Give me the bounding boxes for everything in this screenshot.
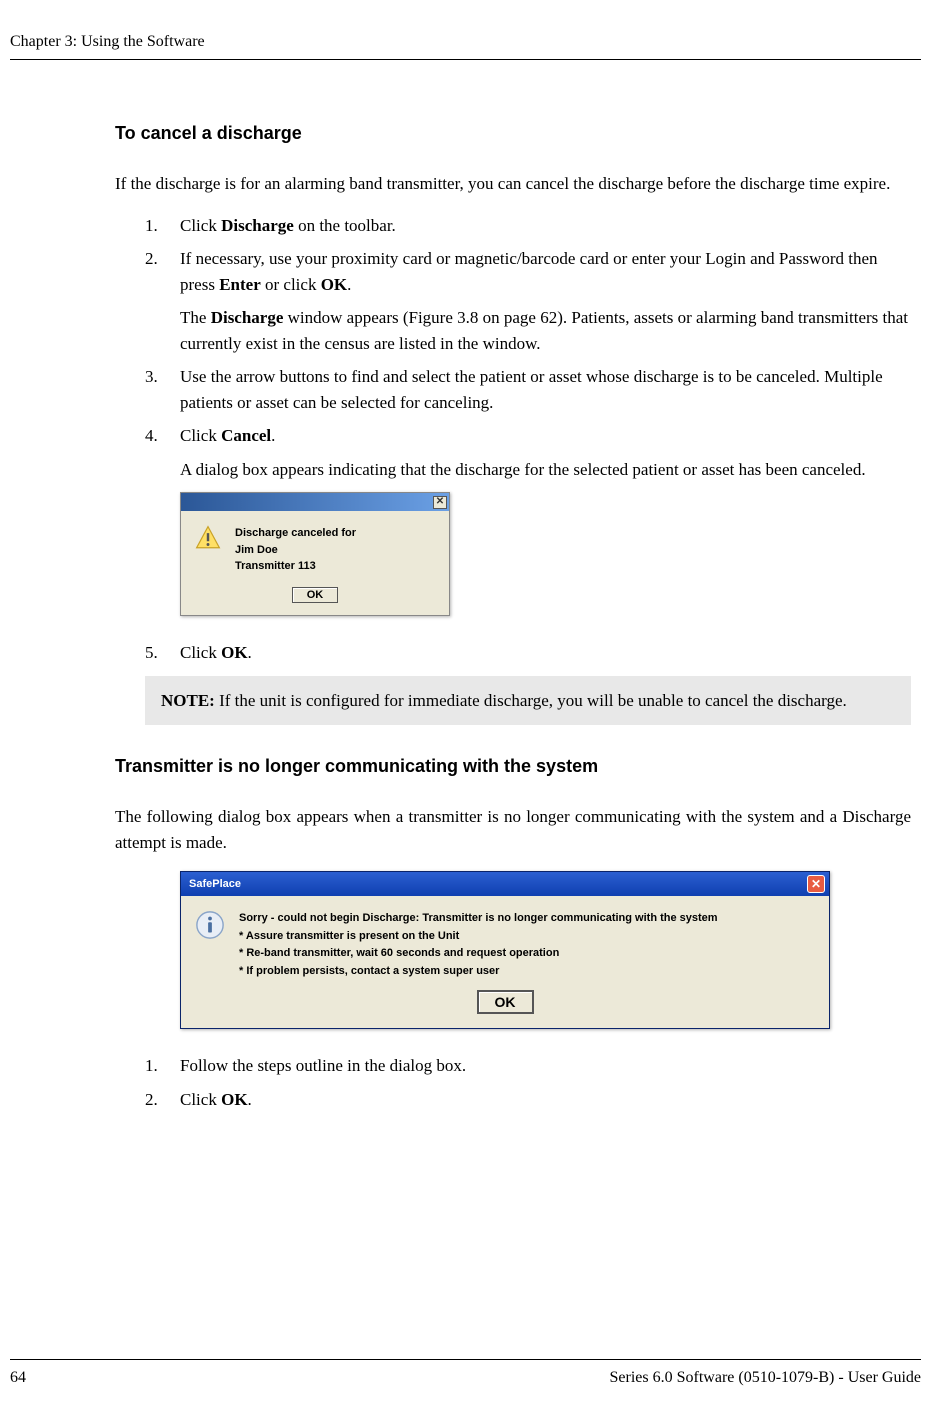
section2-intro: The following dialog box appears when a … <box>115 804 911 855</box>
manual-title: Series 6.0 Software (0510-1079-B) - User… <box>610 1366 921 1390</box>
section1-intro: If the discharge is for an alarming band… <box>115 171 911 197</box>
step-number: 4. <box>145 423 158 449</box>
step-5: 5. Click OK. <box>145 640 911 666</box>
dialog-buttons: OK <box>181 990 829 1028</box>
step-number: 5. <box>145 640 158 666</box>
step-4: 4. Click Cancel. A dialog box appears in… <box>145 423 911 482</box>
step-number: 1. <box>145 1053 158 1079</box>
page-footer: 64 Series 6.0 Software (0510-1079-B) - U… <box>30 1359 921 1390</box>
bold-enter: Enter <box>219 275 261 294</box>
dialog-line2: * Assure transmitter is present on the U… <box>239 928 718 946</box>
step-text: Click <box>180 216 221 235</box>
dialog-titlebar: SafePlace ✕ <box>181 872 829 896</box>
step-1: 1. Click Discharge on the toolbar. <box>145 213 911 239</box>
dialog-message: Discharge canceled for Jim Doe Transmitt… <box>235 525 356 575</box>
steps-list-2: 1. Follow the steps outline in the dialo… <box>145 1053 911 1112</box>
close-icon[interactable]: ✕ <box>807 875 825 893</box>
bold-ok: OK <box>221 643 247 662</box>
dialog-title: SafePlace <box>189 876 241 893</box>
dialog-line3: * Re-band transmitter, wait 60 seconds a… <box>239 945 718 963</box>
dialog-body: Discharge canceled for Jim Doe Transmitt… <box>181 511 449 587</box>
dialog-titlebar: ✕ <box>181 493 449 511</box>
dialog-line4: * If problem persists, contact a system … <box>239 963 718 981</box>
step-text: Use the arrow buttons to find and select… <box>180 367 883 412</box>
info-icon <box>195 910 225 946</box>
ok-button[interactable]: OK <box>477 990 534 1014</box>
chapter-header: Chapter 3: Using the Software <box>10 30 911 54</box>
step-2-sub: The Discharge window appears (Figure 3.8… <box>180 305 911 356</box>
bold-ok: OK <box>221 1090 247 1109</box>
step-number: 3. <box>145 364 158 390</box>
dialog-line1: Sorry - could not begin Discharge: Trans… <box>239 910 718 928</box>
note-label: NOTE: <box>161 691 215 710</box>
step-text-after: . <box>271 426 275 445</box>
step-number: 2. <box>145 1087 158 1113</box>
note-box: NOTE: If the unit is configured for imme… <box>145 676 911 726</box>
safeplace-dialog: SafePlace ✕ Sorry - could not begin Disc… <box>180 871 830 1029</box>
step-text: Follow the steps outline in the dialog b… <box>180 1056 466 1075</box>
step-text: Click <box>180 426 221 445</box>
step-number: 1. <box>145 213 158 239</box>
dialog-line1: Discharge canceled for <box>235 525 356 542</box>
page-number: 64 <box>10 1366 26 1390</box>
step-2: 2. If necessary, use your proximity card… <box>145 246 911 356</box>
bold-cancel: Cancel <box>221 426 271 445</box>
close-icon[interactable]: ✕ <box>433 496 447 509</box>
step-text-after: . <box>248 1090 252 1109</box>
footer-rule <box>10 1359 921 1360</box>
warning-icon <box>195 525 221 575</box>
dialog-line3: Transmitter 113 <box>235 558 356 575</box>
step-4-sub: A dialog box appears indicating that the… <box>180 457 911 483</box>
footer-row: 64 Series 6.0 Software (0510-1079-B) - U… <box>10 1366 921 1390</box>
section-title-cancel-discharge: To cancel a discharge <box>115 120 911 147</box>
header-rule <box>10 59 921 60</box>
bold-discharge: Discharge <box>221 216 294 235</box>
sub-prefix: The <box>180 308 211 327</box>
dialog-body: Sorry - could not begin Discharge: Trans… <box>181 896 829 990</box>
step-text-after: on the toolbar. <box>294 216 396 235</box>
step-text: Click <box>180 643 221 662</box>
step-text: Click <box>180 1090 221 1109</box>
bold-discharge-window: Discharge <box>211 308 284 327</box>
step-number: 2. <box>145 246 158 272</box>
dialog-message: Sorry - could not begin Discharge: Trans… <box>239 910 718 980</box>
bold-ok: OK <box>321 275 347 294</box>
step-3: 3. Use the arrow buttons to find and sel… <box>145 364 911 415</box>
steps-list-1: 1. Click Discharge on the toolbar. 2. If… <box>145 213 911 483</box>
step-text-after: . <box>347 275 351 294</box>
dialog-buttons: OK <box>181 587 449 616</box>
note-text: If the unit is configured for immediate … <box>215 691 847 710</box>
ok-button[interactable]: OK <box>292 587 339 603</box>
steps-list-1b: 5. Click OK. <box>145 640 911 666</box>
step-2: 2. Click OK. <box>145 1087 911 1113</box>
step-1: 1. Follow the steps outline in the dialo… <box>145 1053 911 1079</box>
discharge-canceled-dialog: ✕ Discharge canceled for Jim Doe Transmi… <box>180 492 450 616</box>
page-content: To cancel a discharge If the discharge i… <box>115 120 911 1112</box>
step-text-mid: or click <box>261 275 321 294</box>
dialog-line2: Jim Doe <box>235 542 356 559</box>
sub-suffix: window appears (Figure 3.8 on page 62). … <box>180 308 908 353</box>
section-title-transmitter: Transmitter is no longer communicating w… <box>115 753 911 780</box>
step-text-after: . <box>248 643 252 662</box>
